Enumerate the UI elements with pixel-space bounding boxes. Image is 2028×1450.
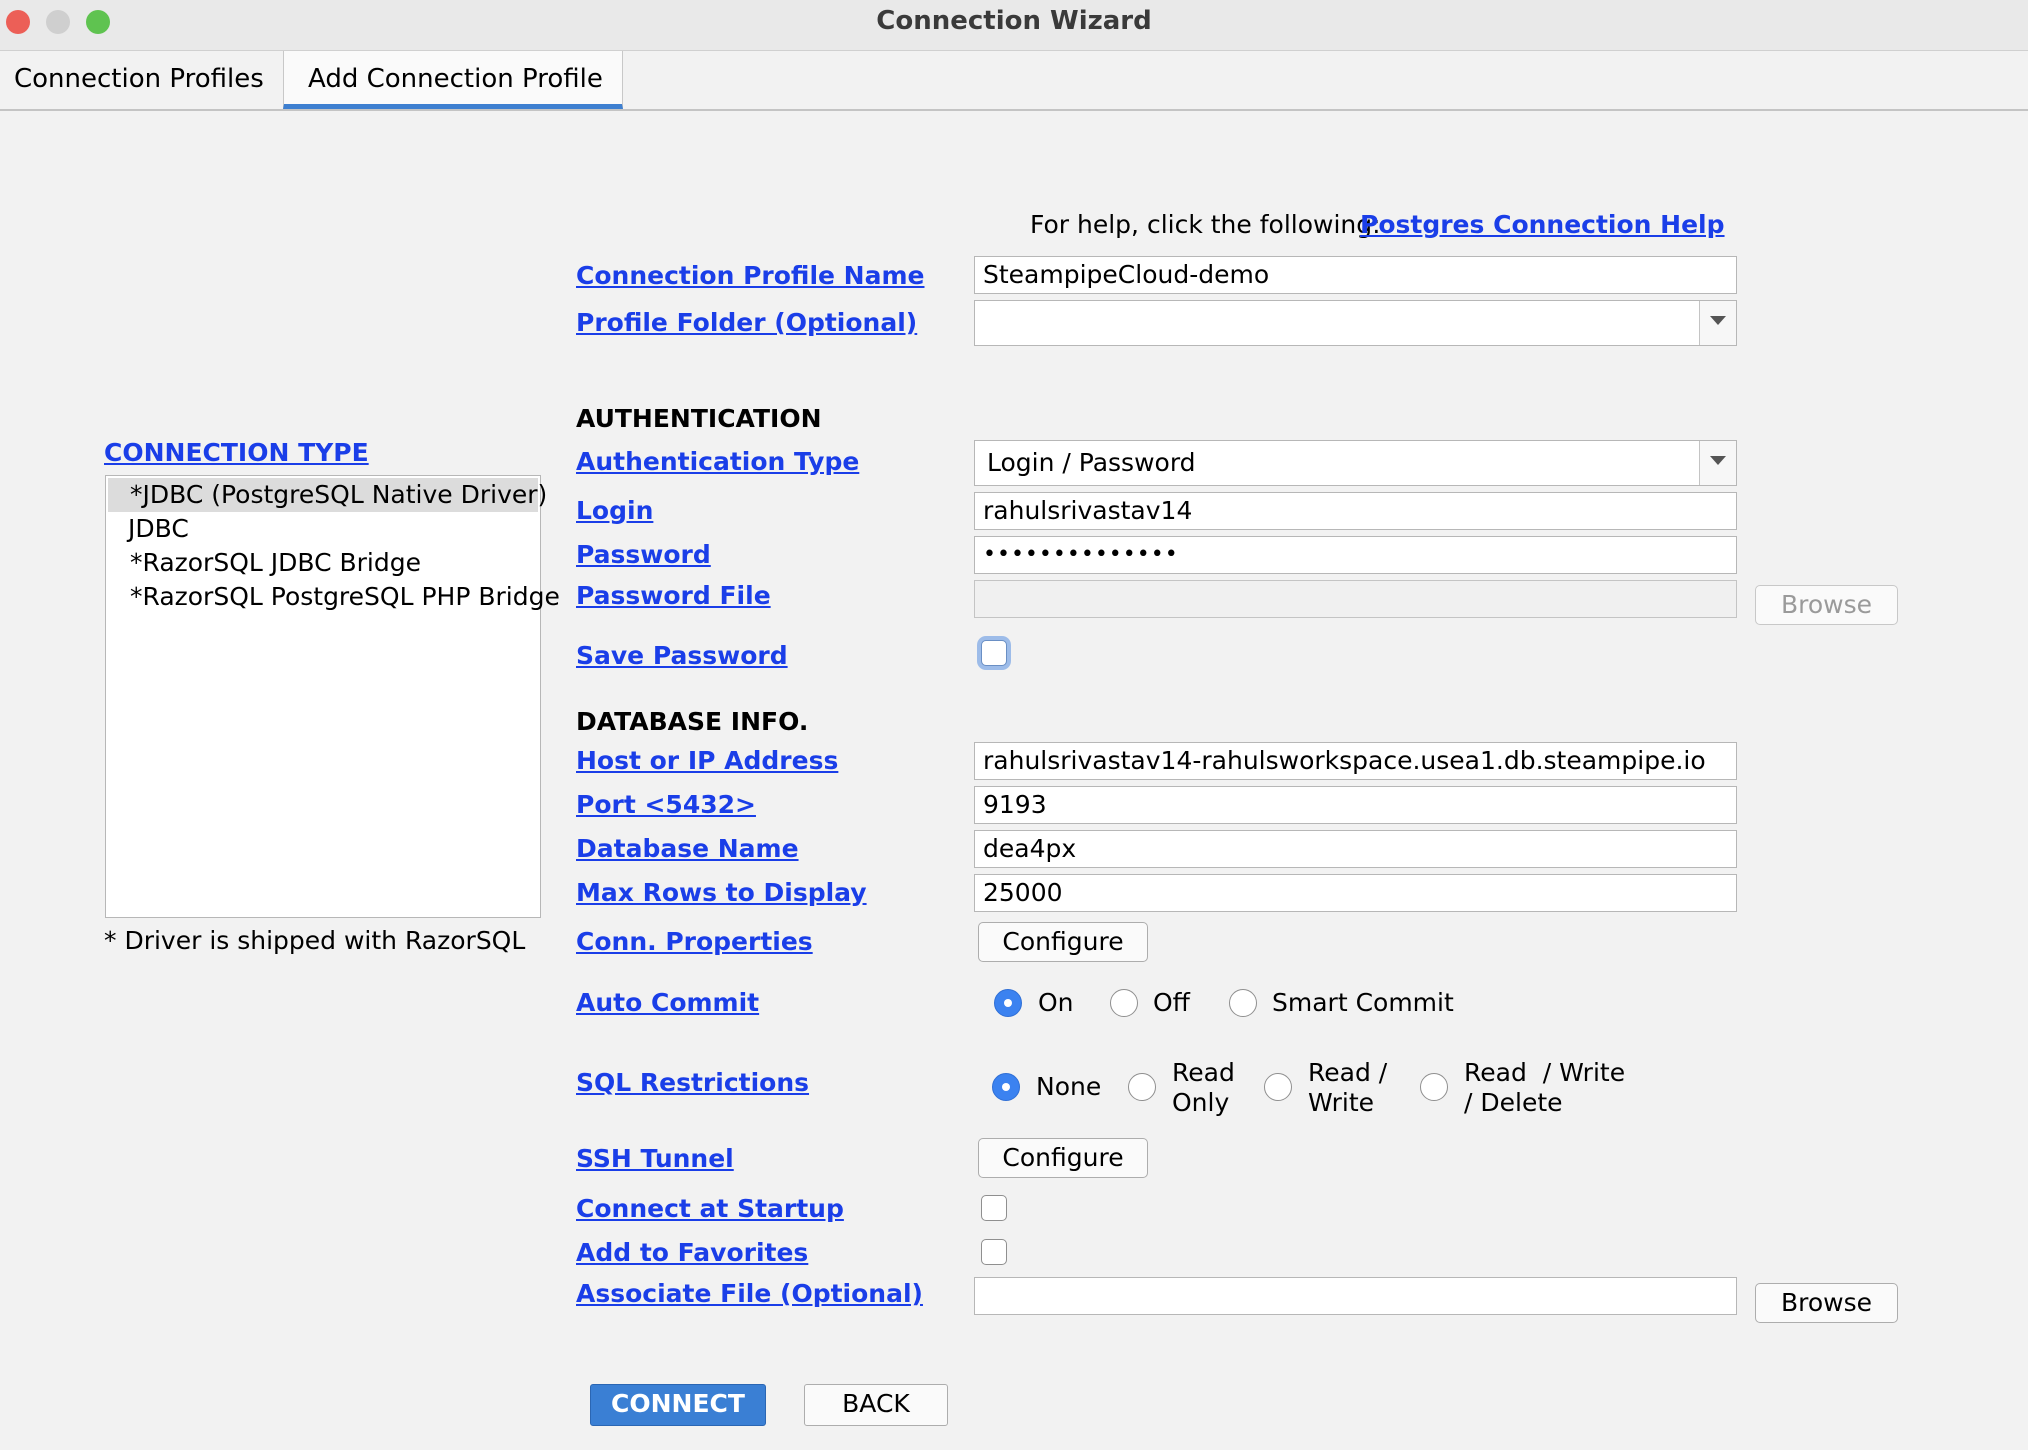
authentication-type-combo[interactable]: Login / Password bbox=[974, 440, 1737, 486]
auto-commit-off-radio[interactable] bbox=[1110, 989, 1138, 1017]
auto-commit-on-label[interactable]: On bbox=[1038, 988, 1074, 1017]
sql-restrictions-readwritedelete-label-2[interactable]: / Delete bbox=[1464, 1088, 1563, 1117]
ssh-tunnel-label[interactable]: SSH Tunnel bbox=[576, 1144, 734, 1173]
login-label[interactable]: Login bbox=[576, 496, 653, 525]
chevron-down-icon[interactable] bbox=[1699, 441, 1736, 485]
connection-type-item[interactable]: JDBC bbox=[108, 512, 538, 546]
authentication-type-value: Login / Password bbox=[987, 448, 1196, 477]
sql-restrictions-readonly-label-2[interactable]: Only bbox=[1172, 1088, 1229, 1117]
auto-commit-on-radio[interactable] bbox=[994, 989, 1022, 1017]
ssh-tunnel-configure-button[interactable]: Configure bbox=[978, 1138, 1148, 1178]
sql-restrictions-readwritedelete-radio[interactable] bbox=[1420, 1073, 1448, 1101]
sql-restrictions-readwrite-radio[interactable] bbox=[1264, 1073, 1292, 1101]
auto-commit-smart-radio[interactable] bbox=[1229, 989, 1257, 1017]
connection-type-label[interactable]: CONNECTION TYPE bbox=[104, 438, 369, 467]
connection-profile-name-input[interactable]: SteampipeCloud-demo bbox=[974, 256, 1737, 294]
tab-bar: Connection Profiles Add Connection Profi… bbox=[0, 51, 2028, 111]
auto-commit-off-label[interactable]: Off bbox=[1153, 988, 1190, 1017]
password-input[interactable]: •••••••••••••• bbox=[974, 536, 1737, 574]
login-input[interactable]: rahulsrivastav14 bbox=[974, 492, 1737, 530]
sql-restrictions-none-label[interactable]: None bbox=[1036, 1072, 1101, 1101]
password-file-browse-button[interactable]: Browse bbox=[1755, 585, 1898, 625]
sql-restrictions-none-radio[interactable] bbox=[992, 1073, 1020, 1101]
connect-at-startup-label[interactable]: Connect at Startup bbox=[576, 1194, 844, 1223]
auto-commit-smart-label[interactable]: Smart Commit bbox=[1272, 988, 1454, 1017]
authentication-header: AUTHENTICATION bbox=[576, 404, 822, 433]
sql-restrictions-readwritedelete-label-1[interactable]: Read / Write bbox=[1464, 1058, 1625, 1087]
driver-note: * Driver is shipped with RazorSQL bbox=[104, 926, 526, 955]
max-rows-label[interactable]: Max Rows to Display bbox=[576, 878, 867, 907]
chevron-down-icon[interactable] bbox=[1699, 301, 1736, 345]
sql-restrictions-readonly-radio[interactable] bbox=[1128, 1073, 1156, 1101]
save-password-label[interactable]: Save Password bbox=[576, 641, 788, 670]
database-info-header: DATABASE INFO. bbox=[576, 707, 809, 736]
sql-restrictions-readwrite-label-1[interactable]: Read / bbox=[1308, 1058, 1387, 1087]
associate-file-input[interactable] bbox=[974, 1277, 1737, 1315]
auto-commit-label[interactable]: Auto Commit bbox=[576, 988, 759, 1017]
database-name-input[interactable]: dea4px bbox=[974, 830, 1737, 868]
password-file-label[interactable]: Password File bbox=[576, 581, 771, 610]
connection-type-item[interactable]: *JDBC (PostgreSQL Native Driver) bbox=[108, 478, 547, 512]
associate-file-browse-button[interactable]: Browse bbox=[1755, 1283, 1898, 1323]
save-password-checkbox[interactable] bbox=[981, 640, 1007, 666]
port-input[interactable]: 9193 bbox=[974, 786, 1737, 824]
help-prefix: For help, click the following: bbox=[1030, 210, 1381, 239]
max-rows-input[interactable]: 25000 bbox=[974, 874, 1737, 912]
profile-folder-label[interactable]: Profile Folder (Optional) bbox=[576, 308, 917, 337]
connection-type-item[interactable]: *RazorSQL PostgreSQL PHP Bridge bbox=[108, 580, 560, 614]
host-label[interactable]: Host or IP Address bbox=[576, 746, 838, 775]
conn-properties-label[interactable]: Conn. Properties bbox=[576, 927, 813, 956]
postgres-connection-help-link[interactable]: Postgres Connection Help bbox=[1360, 210, 1725, 239]
host-input[interactable]: rahulsrivastav14-rahulsworkspace.usea1.d… bbox=[974, 742, 1737, 780]
password-label[interactable]: Password bbox=[576, 540, 711, 569]
connect-at-startup-checkbox[interactable] bbox=[981, 1195, 1007, 1221]
database-name-label[interactable]: Database Name bbox=[576, 834, 799, 863]
sql-restrictions-label[interactable]: SQL Restrictions bbox=[576, 1068, 809, 1097]
title-bar: Connection Wizard bbox=[0, 0, 2028, 51]
connection-profile-name-label[interactable]: Connection Profile Name bbox=[576, 261, 924, 290]
authentication-type-label[interactable]: Authentication Type bbox=[576, 447, 859, 476]
profile-folder-combo[interactable] bbox=[974, 300, 1737, 346]
window-title: Connection Wizard bbox=[876, 6, 1152, 36]
password-file-input[interactable] bbox=[974, 580, 1737, 618]
tab-add-connection-profile[interactable]: Add Connection Profile bbox=[283, 51, 623, 109]
add-to-favorites-checkbox[interactable] bbox=[981, 1239, 1007, 1265]
port-label[interactable]: Port <5432> bbox=[576, 790, 756, 819]
associate-file-label[interactable]: Associate File (Optional) bbox=[576, 1279, 923, 1308]
add-to-favorites-label[interactable]: Add to Favorites bbox=[576, 1238, 808, 1267]
sql-restrictions-readwrite-label-2[interactable]: Write bbox=[1308, 1088, 1374, 1117]
connection-type-list[interactable]: *JDBC (PostgreSQL Native Driver) JDBC *R… bbox=[105, 475, 560, 918]
tab-connection-profiles[interactable]: Connection Profiles bbox=[0, 51, 283, 109]
connection-type-item[interactable]: *RazorSQL JDBC Bridge bbox=[108, 546, 538, 580]
back-button[interactable]: BACK bbox=[804, 1384, 948, 1426]
connect-button[interactable]: CONNECT bbox=[590, 1384, 766, 1426]
sql-restrictions-readonly-label-1[interactable]: Read bbox=[1172, 1058, 1235, 1087]
conn-properties-configure-button[interactable]: Configure bbox=[978, 922, 1148, 962]
